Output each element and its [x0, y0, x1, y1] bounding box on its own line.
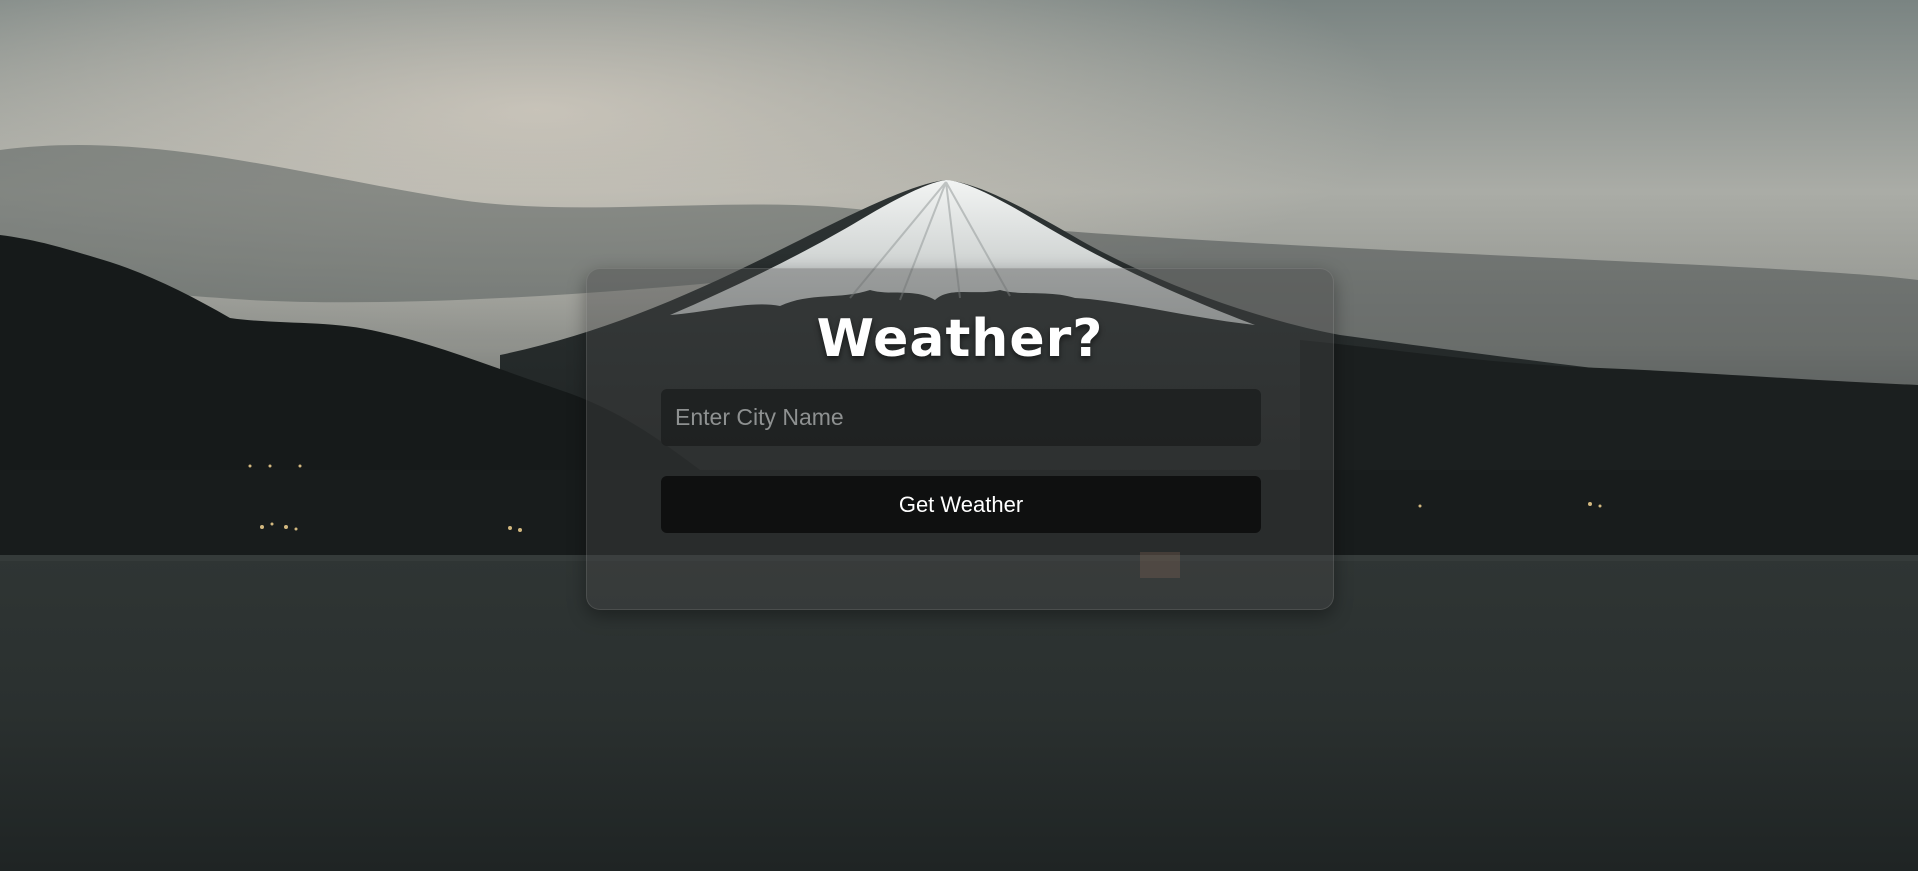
- city-name-input[interactable]: [661, 389, 1261, 446]
- app-title: Weather?: [816, 309, 1104, 369]
- get-weather-button[interactable]: Get Weather: [661, 476, 1261, 533]
- weather-search-card: Weather? Get Weather: [586, 268, 1334, 610]
